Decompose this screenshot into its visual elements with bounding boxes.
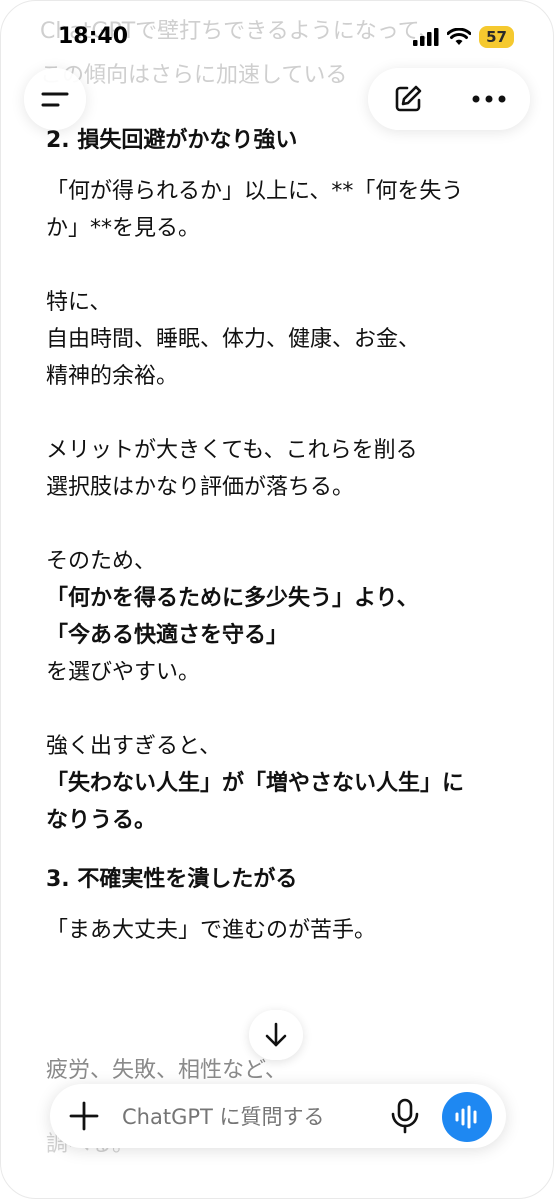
section-heading: 3. 不確実性を潰したがる <box>46 867 298 892</box>
top-actions <box>368 68 530 130</box>
more-button[interactable] <box>471 94 507 104</box>
arrow-down-icon <box>265 1022 287 1047</box>
section-heading: 2. 損失回避がかなり強い <box>46 128 298 153</box>
menu-button[interactable] <box>24 68 86 130</box>
status-time: 18:40 <box>58 24 129 49</box>
message-text: メリットが大きくても、これらを削る <box>46 438 418 463</box>
message-text: 精神的余裕。 <box>46 364 179 389</box>
assistant-message: 2. 損失回避がかなり強い 「何が得られるか」以上に、**「何を失う か」**を… <box>46 122 516 949</box>
message-text: か」**を見る。 <box>46 216 201 241</box>
bold-text: 「何かを得るために多少失う」より、 <box>46 586 419 611</box>
message-text: 選択肢はかなり評価が落ちる。 <box>46 475 355 500</box>
message-text: 「まあ大丈夫」で進むのが苦手。 <box>46 918 377 943</box>
bold-text: 「失わない人生」が「増やさない人生」に <box>46 771 465 796</box>
signal-icon <box>413 28 439 46</box>
battery-indicator: 57 <box>479 26 514 48</box>
message-input[interactable] <box>120 1098 394 1136</box>
status-icons: 57 <box>413 26 514 48</box>
voice-wave-icon <box>455 1105 477 1129</box>
new-chat-button[interactable] <box>392 83 424 115</box>
message-text: 強く出すぎると、 <box>46 734 222 759</box>
message-text: そのため、 <box>46 549 157 574</box>
mic-icon <box>391 1098 419 1134</box>
dictation-button[interactable] <box>388 1098 422 1134</box>
add-attachment-button[interactable] <box>68 1100 100 1132</box>
compose-icon <box>395 85 421 112</box>
voice-mode-button[interactable] <box>442 1092 492 1142</box>
composer-bar <box>50 1084 506 1148</box>
status-bar: 18:40 57 <box>0 16 554 60</box>
message-text: を選びやすい。 <box>46 660 201 685</box>
message-text: 特に、 <box>46 290 112 315</box>
message-text: 自由時間、睡眠、体力、健康、お金、 <box>46 327 421 352</box>
bold-text: 「今ある快適さを守る」 <box>46 623 289 648</box>
bold-text: なりうる。 <box>46 808 157 833</box>
message-text: 「何が得られるか」以上に、**「何を失う <box>46 179 464 204</box>
menu-icon <box>41 92 69 107</box>
wifi-icon <box>447 28 472 45</box>
more-icon <box>472 95 505 103</box>
scroll-to-bottom-button[interactable] <box>249 1010 303 1060</box>
plus-icon <box>69 1101 99 1131</box>
